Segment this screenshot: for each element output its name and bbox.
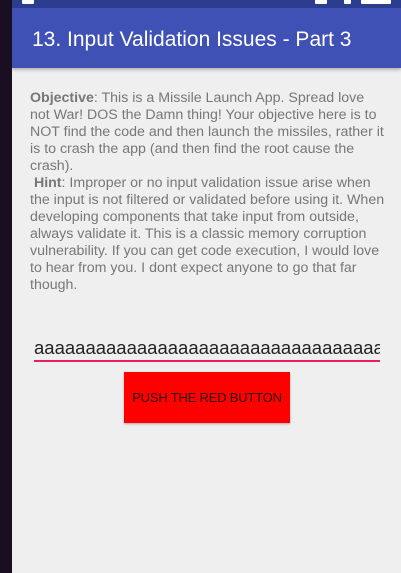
hint-label: Hint bbox=[33, 175, 62, 191]
app-screen: 13. Input Validation Issues - Part 3 Obj… bbox=[12, 0, 401, 573]
push-red-button[interactable]: PUSH THE RED BUTTON bbox=[124, 372, 290, 423]
hint-text: : Improper or no input validation issue … bbox=[30, 175, 385, 293]
notification-icon bbox=[22, 0, 34, 4]
clock-icon bbox=[361, 0, 391, 4]
code-input[interactable] bbox=[34, 336, 380, 362]
signal-icon bbox=[315, 0, 327, 4]
challenge-description: Objective: This is a Missile Launch App.… bbox=[30, 90, 385, 294]
objective-label: Objective bbox=[30, 90, 94, 106]
app-bar: 13. Input Validation Issues - Part 3 bbox=[12, 8, 401, 68]
device-edge bbox=[0, 0, 12, 573]
status-bar bbox=[12, 0, 401, 8]
battery-icon bbox=[344, 0, 351, 4]
hint-paragraph: Hint: Improper or no input validation is… bbox=[30, 175, 385, 294]
page-title: 13. Input Validation Issues - Part 3 bbox=[32, 28, 352, 51]
objective-paragraph: Objective: This is a Missile Launch App.… bbox=[30, 90, 385, 175]
